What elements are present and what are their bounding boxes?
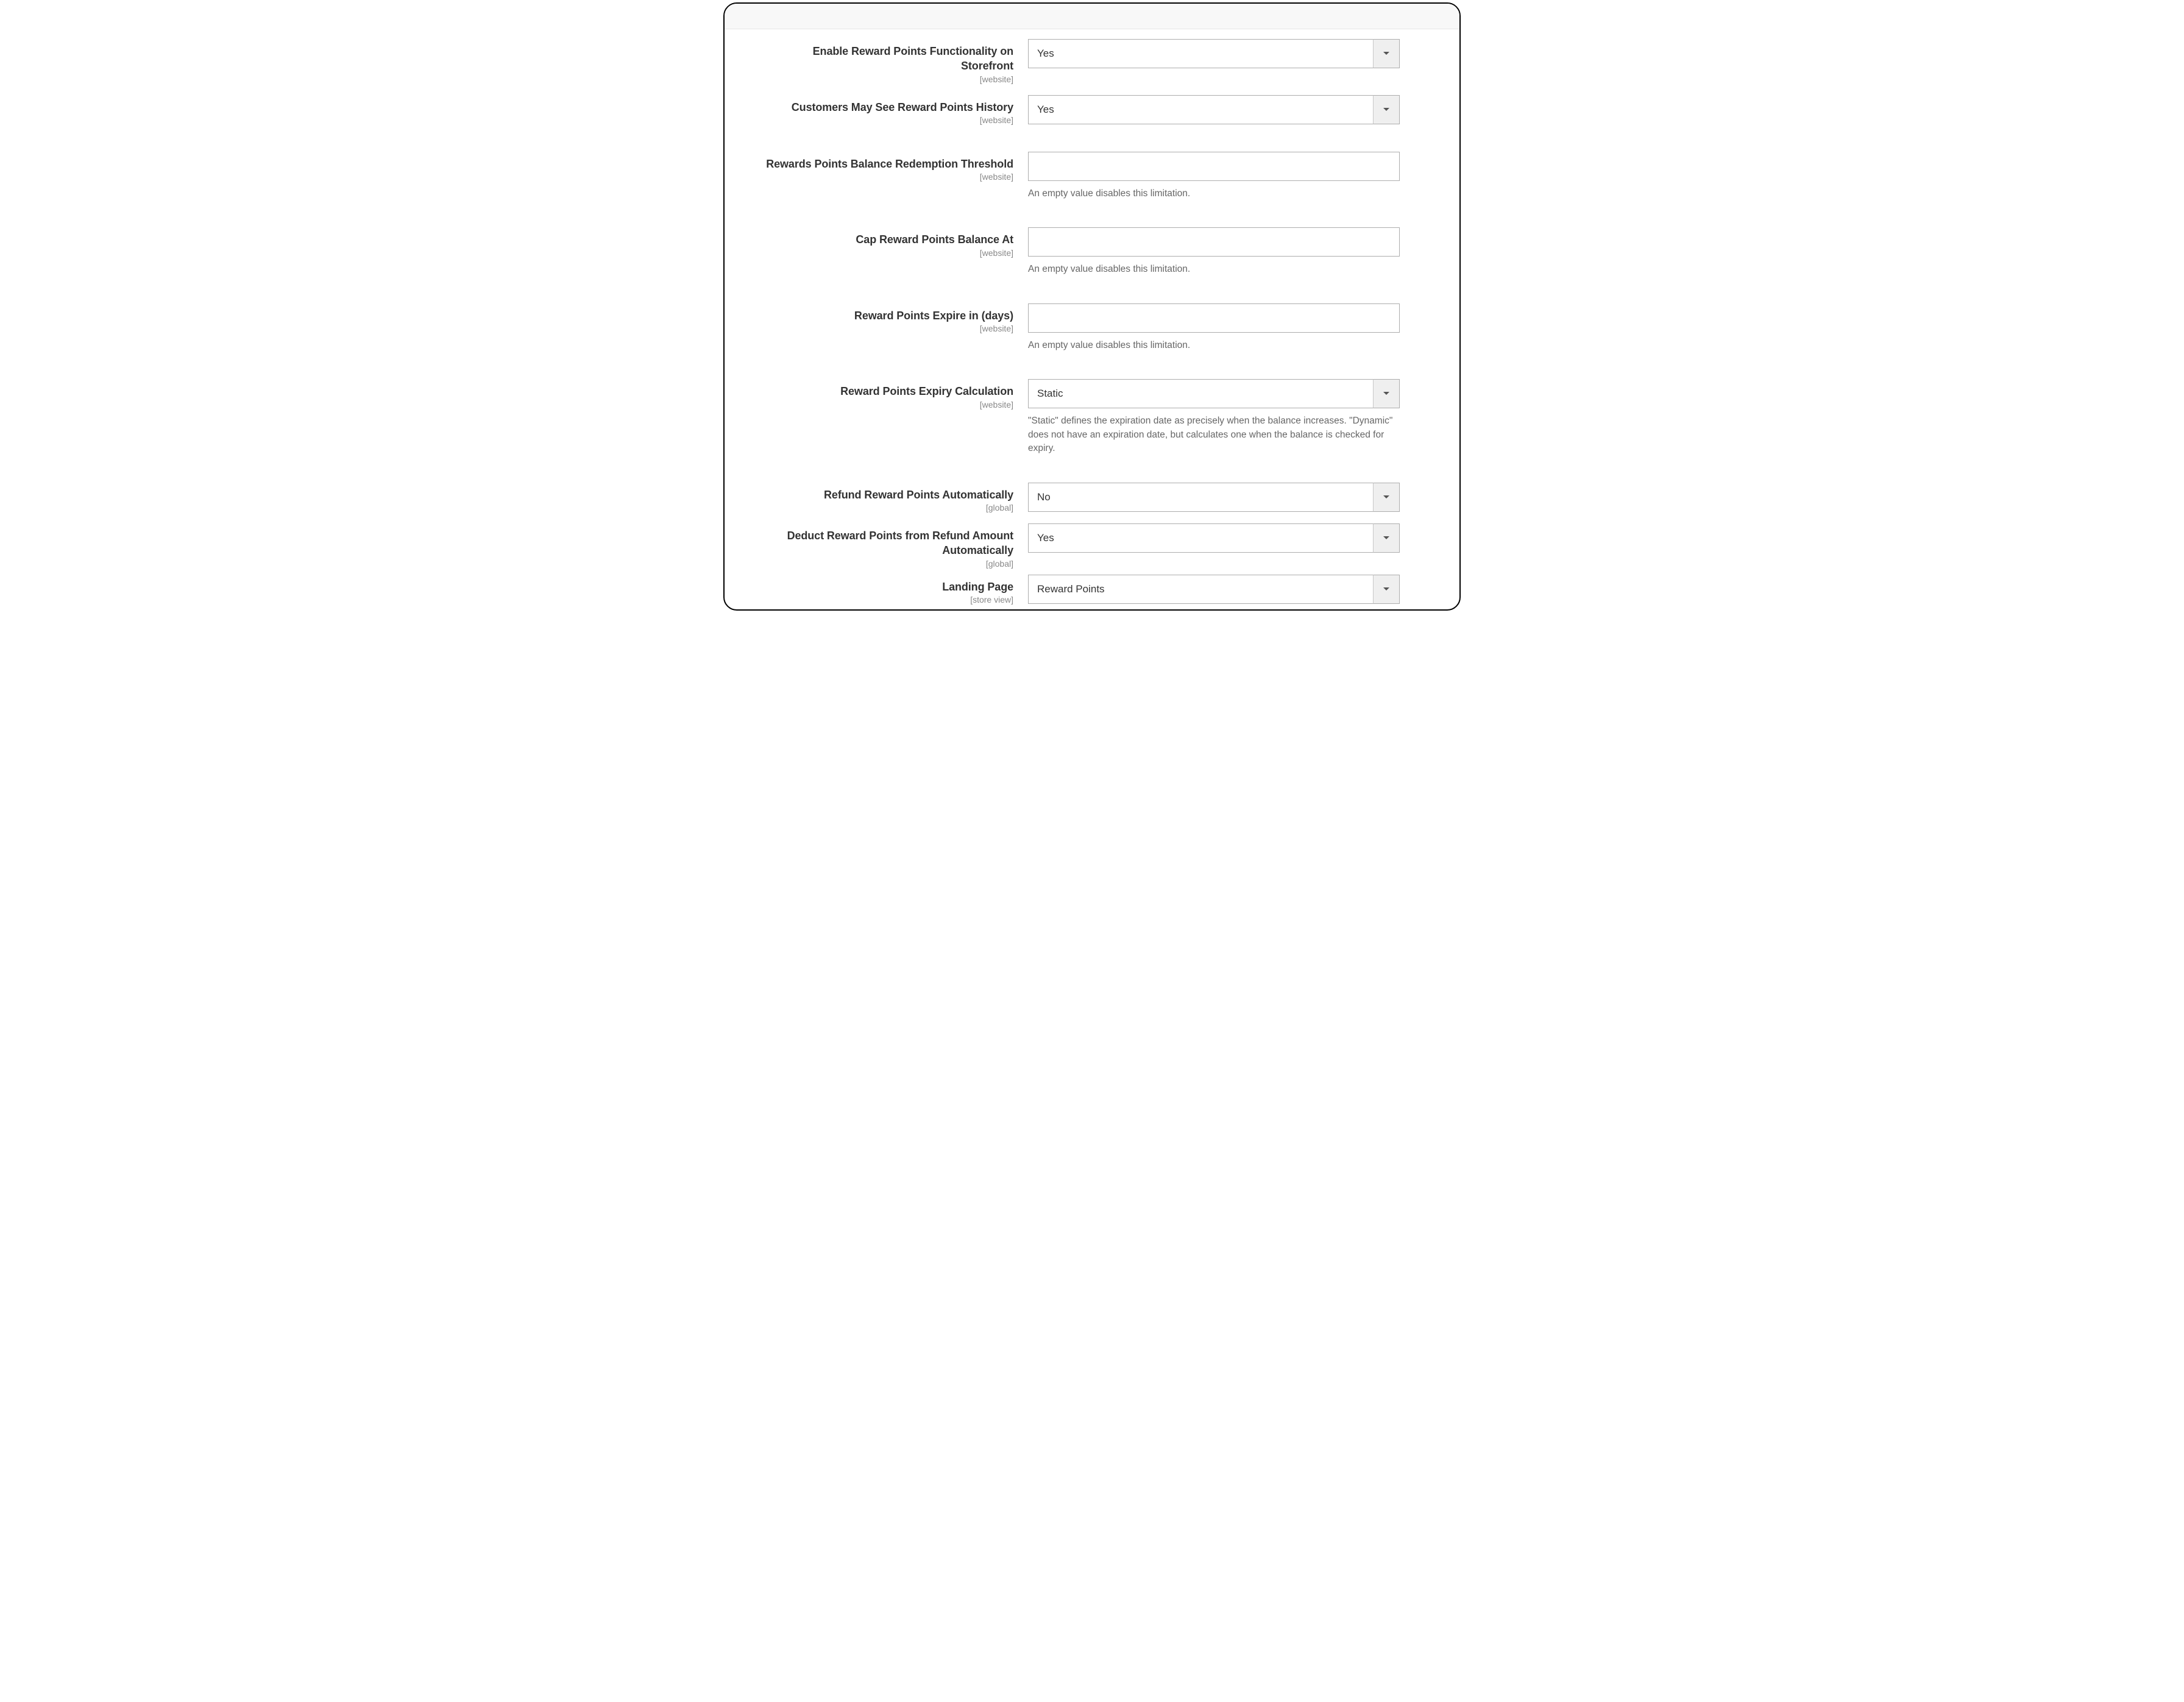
control-col: Yes [1028, 39, 1400, 68]
chevron-down-icon [1383, 107, 1390, 112]
field-label: Rewards Points Balance Redemption Thresh… [760, 157, 1013, 171]
field-label: Reward Points Expiry Calculation [760, 384, 1013, 399]
label-col: Enable Reward Points Functionality on St… [760, 39, 1028, 84]
dropdown-arrow-button[interactable] [1373, 523, 1400, 553]
field-label: Enable Reward Points Functionality on St… [760, 44, 1013, 74]
field-label: Refund Reward Points Automatically [760, 488, 1013, 502]
control-col: Yes [1028, 523, 1400, 553]
chevron-down-icon [1383, 495, 1390, 500]
select-landing-page[interactable]: Reward Points [1028, 575, 1400, 604]
field-row-expiry-calc: Reward Points Expiry Calculation [websit… [760, 379, 1424, 455]
control-col: An empty value disables this limitation. [1028, 303, 1400, 352]
label-col: Rewards Points Balance Redemption Thresh… [760, 152, 1028, 182]
field-row-deduct-refund: Deduct Reward Points from Refund Amount … [760, 523, 1424, 569]
field-label: Deduct Reward Points from Refund Amount … [760, 528, 1013, 558]
dropdown-arrow-button[interactable] [1373, 483, 1400, 512]
label-col: Reward Points Expiry Calculation [websit… [760, 379, 1028, 409]
field-scope: [website] [760, 248, 1013, 258]
label-col: Landing Page [store view] [760, 575, 1028, 605]
field-row-cap-balance: Cap Reward Points Balance At [website] A… [760, 227, 1424, 276]
control-col: An empty value disables this limitation. [1028, 227, 1400, 276]
select-deduct-refund[interactable]: Yes [1028, 523, 1400, 553]
help-text: An empty value disables this limitation. [1028, 339, 1400, 352]
chevron-down-icon [1383, 51, 1390, 56]
field-scope: [global] [760, 503, 1013, 512]
select-value: Yes [1028, 39, 1400, 68]
help-text: An empty value disables this limitation. [1028, 263, 1400, 276]
select-value: Yes [1028, 95, 1400, 124]
select-refund-auto[interactable]: No [1028, 483, 1400, 512]
field-scope: [website] [760, 400, 1013, 410]
input-expire-days[interactable] [1028, 303, 1400, 333]
chevron-down-icon [1383, 536, 1390, 541]
help-text: An empty value disables this limitation. [1028, 187, 1400, 200]
help-text: "Static" defines the expiration date as … [1028, 414, 1400, 455]
form-area: Enable Reward Points Functionality on St… [725, 29, 1459, 609]
field-scope: [website] [760, 74, 1013, 84]
field-row-see-history: Customers May See Reward Points History … [760, 95, 1424, 125]
input-cap-balance[interactable] [1028, 227, 1400, 257]
field-scope: [website] [760, 115, 1013, 125]
select-value: Yes [1028, 523, 1400, 553]
field-label: Customers May See Reward Points History [760, 100, 1013, 115]
control-col: Reward Points [1028, 575, 1400, 604]
panel-header-strip [725, 4, 1459, 29]
control-col: Yes [1028, 95, 1400, 124]
dropdown-arrow-button[interactable] [1373, 95, 1400, 124]
label-col: Deduct Reward Points from Refund Amount … [760, 523, 1028, 569]
field-scope: [store view] [760, 595, 1013, 605]
dropdown-arrow-button[interactable] [1373, 39, 1400, 68]
control-col: Static "Static" defines the expiration d… [1028, 379, 1400, 455]
field-label: Cap Reward Points Balance At [760, 232, 1013, 247]
label-col: Customers May See Reward Points History … [760, 95, 1028, 125]
select-expiry-calc[interactable]: Static [1028, 379, 1400, 408]
field-row-refund-auto: Refund Reward Points Automatically [glob… [760, 483, 1424, 512]
chevron-down-icon [1383, 587, 1390, 592]
label-col: Reward Points Expire in (days) [website] [760, 303, 1028, 333]
input-redemption-threshold[interactable] [1028, 152, 1400, 181]
field-row-enable-storefront: Enable Reward Points Functionality on St… [760, 39, 1424, 84]
config-panel: Enable Reward Points Functionality on St… [723, 2, 1461, 611]
select-enable-storefront[interactable]: Yes [1028, 39, 1400, 68]
dropdown-arrow-button[interactable] [1373, 379, 1400, 408]
control-col: An empty value disables this limitation. [1028, 152, 1400, 200]
control-col: No [1028, 483, 1400, 512]
field-scope: [website] [760, 172, 1013, 182]
field-row-landing-page: Landing Page [store view] Reward Points [760, 575, 1424, 605]
label-col: Cap Reward Points Balance At [website] [760, 227, 1028, 257]
label-col: Refund Reward Points Automatically [glob… [760, 483, 1028, 512]
field-label: Landing Page [760, 580, 1013, 594]
field-row-expire-days: Reward Points Expire in (days) [website]… [760, 303, 1424, 352]
field-row-redemption-threshold: Rewards Points Balance Redemption Thresh… [760, 152, 1424, 200]
select-value: Reward Points [1028, 575, 1400, 604]
chevron-down-icon [1383, 391, 1390, 396]
select-value: No [1028, 483, 1400, 512]
select-see-history[interactable]: Yes [1028, 95, 1400, 124]
field-scope: [website] [760, 324, 1013, 333]
dropdown-arrow-button[interactable] [1373, 575, 1400, 604]
field-scope: [global] [760, 559, 1013, 569]
select-value: Static [1028, 379, 1400, 408]
field-label: Reward Points Expire in (days) [760, 308, 1013, 323]
